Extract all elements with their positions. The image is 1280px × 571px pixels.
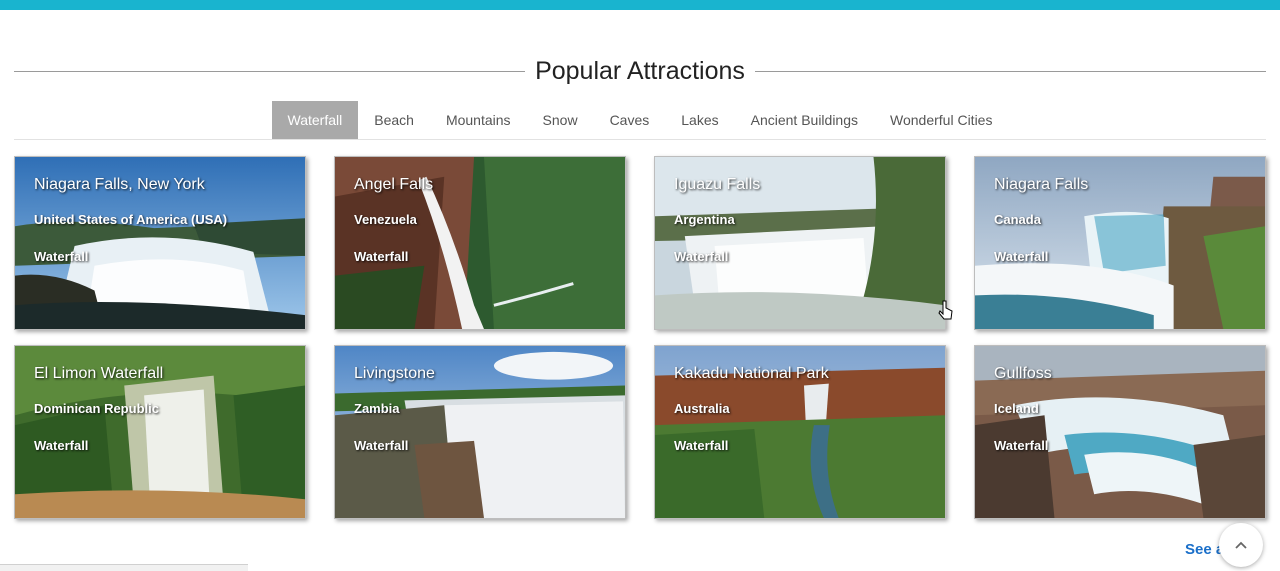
tab-caves[interactable]: Caves xyxy=(594,101,666,139)
chevron-up-icon xyxy=(1235,541,1247,549)
attraction-card[interactable]: Niagara Falls Canada Waterfall xyxy=(974,156,1266,330)
attraction-name: Iguazu Falls xyxy=(674,176,761,193)
attractions-grid: Niagara Falls, New York United States of… xyxy=(14,156,1267,520)
attraction-category: Waterfall xyxy=(354,438,409,453)
attraction-card[interactable]: Livingstone Zambia Waterfall xyxy=(334,345,626,519)
attraction-country: Canada xyxy=(994,212,1041,227)
tab-beach[interactable]: Beach xyxy=(358,101,430,139)
tab-mountains[interactable]: Mountains xyxy=(430,101,527,139)
top-header-bar xyxy=(0,0,1280,10)
mouse-pointer-icon xyxy=(938,300,953,320)
attraction-country: Zambia xyxy=(354,401,400,416)
attraction-name: Kakadu National Park xyxy=(674,365,829,382)
attraction-card[interactable]: Gullfoss Iceland Waterfall xyxy=(974,345,1266,519)
tab-waterfall[interactable]: Waterfall xyxy=(271,101,359,139)
attraction-category: Waterfall xyxy=(674,249,729,264)
attraction-card[interactable]: Kakadu National Park Australia Waterfall xyxy=(654,345,946,519)
tab-lakes[interactable]: Lakes xyxy=(665,101,734,139)
attraction-country: Venezuela xyxy=(354,212,417,227)
title-rule-left xyxy=(14,70,526,72)
tab-wonderful-cities[interactable]: Wonderful Cities xyxy=(874,101,1008,139)
attraction-name: El Limon Waterfall xyxy=(34,365,164,382)
attraction-card[interactable]: Niagara Falls, New York United States of… xyxy=(14,156,306,330)
attraction-country: Argentina xyxy=(674,212,735,227)
attraction-name: Niagara Falls, New York xyxy=(34,176,205,193)
scroll-to-top-button[interactable] xyxy=(1219,523,1263,567)
attraction-category: Waterfall xyxy=(674,438,729,453)
attraction-name: Niagara Falls xyxy=(994,176,1089,193)
tab-ancient-buildings[interactable]: Ancient Buildings xyxy=(735,101,874,139)
attraction-country: United States of America (USA) xyxy=(34,212,228,227)
attraction-country: Australia xyxy=(674,401,730,416)
attraction-category: Waterfall xyxy=(994,249,1049,264)
tab-snow[interactable]: Snow xyxy=(527,101,594,139)
attraction-name: Angel Falls xyxy=(354,176,434,193)
attraction-category: Waterfall xyxy=(354,249,409,264)
attraction-card[interactable]: Angel Falls Venezuela Waterfall xyxy=(334,156,626,330)
attraction-name: Livingstone xyxy=(354,365,435,382)
attraction-name: Gullfoss xyxy=(994,365,1052,382)
attraction-country: Dominican Republic xyxy=(34,401,159,416)
section-title: Popular Attractions xyxy=(535,56,745,85)
attraction-country: Iceland xyxy=(994,401,1039,416)
attraction-card[interactable]: El Limon Waterfall Dominican Republic Wa… xyxy=(14,345,306,519)
attraction-category: Waterfall xyxy=(994,438,1049,453)
attraction-category: Waterfall xyxy=(34,438,89,453)
title-rule-right xyxy=(754,70,1266,72)
section-header: Popular Attractions xyxy=(14,52,1266,90)
category-tabs: Waterfall Beach Mountains Snow Caves Lak… xyxy=(14,101,1266,140)
attraction-card[interactable]: Iguazu Falls Argentina Waterfall xyxy=(654,156,946,330)
attraction-category: Waterfall xyxy=(34,249,89,264)
